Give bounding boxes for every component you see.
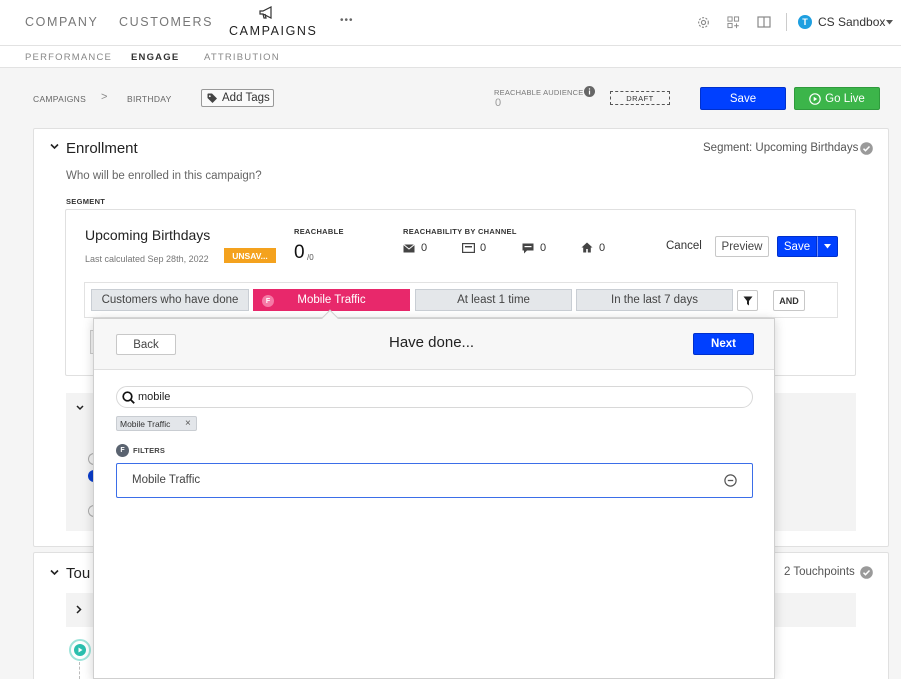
chevron-right-icon[interactable] — [76, 605, 82, 614]
remove-circle-icon[interactable] — [724, 474, 737, 487]
chevron-down-icon[interactable] — [50, 569, 59, 576]
reachable-value: 0 — [294, 242, 305, 263]
touchpoints-count: 2 Touchpoints — [784, 566, 855, 578]
cancel-link[interactable]: Cancel — [666, 240, 702, 252]
more-icon[interactable]: ••• — [340, 15, 354, 26]
account-name[interactable]: CS Sandbox — [818, 15, 885, 29]
filter-button[interactable] — [737, 290, 758, 311]
condition-subject[interactable]: Customers who have done — [91, 289, 249, 311]
start-node-icon — [69, 639, 91, 661]
chevron-down-icon[interactable] — [76, 405, 84, 411]
caret-down-icon[interactable] — [886, 20, 893, 25]
search-chip[interactable]: Mobile Traffic × — [116, 416, 197, 431]
have-done-modal: Back Have done... Next mobile Mobile Tra… — [93, 318, 775, 679]
breadcrumb-separator: > — [101, 91, 108, 103]
panel-icon[interactable] — [757, 16, 771, 28]
enrollment-question: Who will be enrolled in this campaign? — [66, 170, 262, 182]
flow-connector — [79, 662, 80, 679]
divider — [786, 13, 787, 31]
condition-frequency[interactable]: At least 1 time — [415, 289, 572, 311]
sms-reach-value: 0 — [480, 242, 487, 254]
save-options-dropdown[interactable] — [817, 236, 838, 257]
go-live-button[interactable]: Go Live — [794, 87, 880, 110]
event-search-input[interactable]: mobile — [116, 386, 753, 408]
reachable-audience-label: REACHABLE AUDIENCE — [494, 88, 584, 97]
condition-event[interactable]: F Mobile Traffic — [253, 289, 410, 311]
tab-attribution[interactable]: ATTRIBUTION — [204, 52, 280, 63]
next-label: Next — [711, 338, 736, 350]
back-button[interactable]: Back — [116, 334, 176, 355]
segment-name: Upcoming Birthdays — [85, 227, 211, 243]
next-button[interactable]: Next — [693, 333, 754, 355]
touchpoints-title[interactable]: Tou — [66, 565, 90, 582]
sms-icon — [462, 243, 475, 253]
apps-icon[interactable] — [727, 16, 740, 29]
top-navigation: COMPANY CUSTOMERS CAMPAIGNS ••• T CS San… — [0, 0, 901, 46]
segment-summary: Segment: Upcoming Birthdays — [703, 142, 859, 154]
and-label: AND — [779, 295, 799, 306]
nav-company[interactable]: COMPANY — [25, 15, 98, 29]
modal-title: Have done... — [389, 334, 475, 351]
gear-icon[interactable] — [697, 16, 710, 29]
save-campaign-button[interactable]: Save — [700, 87, 786, 110]
reachable-total: /0 — [307, 253, 314, 262]
home-icon — [581, 242, 593, 253]
search-chip-label: Mobile Traffic — [120, 418, 171, 429]
email-icon — [403, 244, 415, 253]
unsaved-badge: UNSAV... — [224, 248, 276, 263]
condition-frequency-label: At least 1 time — [457, 294, 530, 306]
megaphone-icon[interactable] — [259, 6, 275, 19]
last-calculated: Last calculated Sep 28th, 2022 — [85, 254, 209, 264]
filter-result-label: Mobile Traffic — [132, 474, 201, 486]
email-reach-value: 0 — [421, 242, 428, 254]
save-segment-label: Save — [783, 240, 811, 253]
tab-engage[interactable]: ENGAGE — [131, 52, 179, 63]
tab-performance[interactable]: PERFORMANCE — [25, 52, 112, 63]
back-label: Back — [133, 338, 159, 351]
account-avatar[interactable]: T — [798, 15, 812, 29]
and-button[interactable]: AND — [773, 290, 805, 311]
nav-campaigns[interactable]: CAMPAIGNS — [229, 24, 318, 38]
save-segment-button[interactable]: Save — [777, 236, 817, 257]
condition-timeframe-label: In the last 7 days — [611, 294, 698, 306]
search-value: mobile — [138, 391, 171, 403]
tag-icon — [207, 93, 218, 103]
event-type-badge: F — [262, 295, 274, 307]
breadcrumb-birthday: BIRTHDAY — [127, 94, 172, 104]
filters-badge: F — [116, 444, 129, 457]
condition-timeframe[interactable]: In the last 7 days — [576, 289, 733, 311]
chat-icon — [522, 243, 534, 254]
play-circle-icon — [809, 92, 821, 105]
chat-reach-value: 0 — [540, 242, 547, 254]
nav-customers[interactable]: CUSTOMERS — [119, 15, 213, 29]
check-circle-icon — [860, 142, 873, 155]
filters-label: FILTERS — [133, 446, 166, 455]
add-tags-button[interactable]: Add Tags — [201, 89, 274, 107]
breadcrumb-campaigns[interactable]: CAMPAIGNS — [33, 94, 86, 104]
save-label: Save — [729, 92, 757, 105]
reachable-label: REACHABLE — [294, 227, 344, 236]
condition-subject-label: Customers who have done — [101, 294, 239, 306]
filter-result-item[interactable]: Mobile Traffic — [116, 463, 753, 498]
draft-badge: DRAFT — [610, 91, 670, 105]
caret-down-icon — [824, 244, 831, 249]
home-reach-value: 0 — [599, 242, 606, 254]
search-icon — [122, 391, 135, 404]
segment-label: SEGMENT — [66, 197, 106, 206]
chip-close-icon[interactable]: × — [185, 418, 191, 429]
enrollment-title[interactable]: Enrollment — [66, 140, 138, 157]
go-live-label: Go Live — [825, 92, 865, 105]
preview-button[interactable]: Preview — [715, 236, 769, 257]
condition-event-label: Mobile Traffic — [297, 294, 366, 306]
chevron-down-icon[interactable] — [50, 143, 59, 150]
add-tags-label: Add Tags — [222, 92, 270, 104]
reachability-by-channel-label: REACHABILITY BY CHANNEL — [403, 227, 517, 236]
info-icon[interactable] — [584, 86, 595, 97]
preview-label: Preview — [721, 240, 763, 253]
reachable-audience-value: 0 — [495, 97, 502, 109]
check-circle-icon — [860, 566, 873, 579]
filter-icon — [743, 296, 753, 306]
sub-navigation: PERFORMANCE ENGAGE ATTRIBUTION — [0, 46, 901, 68]
